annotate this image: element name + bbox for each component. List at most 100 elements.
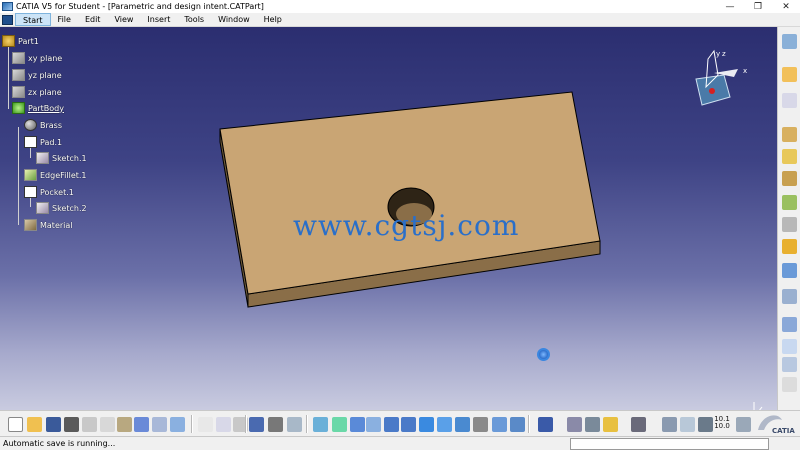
compass-label-y: y bbox=[716, 50, 720, 58]
view-mode-icon[interactable] bbox=[510, 417, 525, 432]
mass-properties-icon[interactable] bbox=[603, 417, 618, 432]
sketch-icon bbox=[36, 152, 49, 164]
3d-viewport[interactable]: Part1 xy plane yz plane zx plane PartBod… bbox=[0, 27, 777, 410]
analysis-icon[interactable] bbox=[538, 417, 553, 432]
plane-icon bbox=[12, 52, 25, 64]
menu-edit[interactable]: Edit bbox=[78, 13, 108, 26]
apply-material-icon[interactable] bbox=[268, 417, 283, 432]
status-bar: Automatic save is running... bbox=[0, 436, 800, 450]
tree-item-material[interactable]: Material bbox=[24, 218, 73, 232]
catalog-icon[interactable] bbox=[249, 417, 264, 432]
grid-readout-bottom: 10.0 bbox=[714, 422, 730, 430]
plane-icon bbox=[12, 69, 25, 81]
material-ball-icon bbox=[24, 119, 37, 131]
measure-between-icon[interactable] bbox=[567, 417, 582, 432]
command-input[interactable] bbox=[570, 438, 769, 450]
restore-button[interactable]: ❐ bbox=[744, 0, 772, 13]
menu-help[interactable]: Help bbox=[257, 13, 289, 26]
tree-item-brass[interactable]: Brass bbox=[24, 118, 62, 132]
compass-label-x: x bbox=[743, 67, 747, 75]
transform-tool-icon[interactable] bbox=[782, 263, 797, 278]
tree-item-pocket1[interactable]: Pocket.1 bbox=[24, 185, 74, 199]
zoom-in-icon[interactable] bbox=[384, 417, 399, 432]
photo-studio-icon[interactable] bbox=[631, 417, 646, 432]
tree-item-edgefillet1[interactable]: EdgeFillet.1 bbox=[24, 168, 87, 182]
shading-icon[interactable] bbox=[455, 417, 470, 432]
minimize-button[interactable]: — bbox=[716, 0, 744, 13]
paste-icon[interactable] bbox=[117, 417, 132, 432]
pocket-tool-icon[interactable] bbox=[782, 149, 797, 164]
fit-all-icon[interactable] bbox=[332, 417, 347, 432]
new-document-icon[interactable] bbox=[8, 417, 23, 432]
save-icon[interactable] bbox=[46, 417, 61, 432]
chamfer-tool-icon[interactable] bbox=[782, 217, 797, 232]
toolbar-separator bbox=[306, 415, 308, 433]
pad-icon bbox=[24, 136, 37, 148]
mirror-tool-icon[interactable] bbox=[782, 289, 797, 304]
fly-mode-icon[interactable] bbox=[313, 417, 328, 432]
normal-view-icon[interactable] bbox=[419, 417, 434, 432]
tree-item-zx-plane[interactable]: zx plane bbox=[12, 85, 62, 99]
sketch-icon bbox=[36, 202, 49, 214]
document-window-icon[interactable] bbox=[2, 14, 13, 25]
svg-text:CATIA: CATIA bbox=[772, 427, 795, 435]
help-pointer-icon[interactable] bbox=[170, 417, 185, 432]
tree-item-pad1[interactable]: Pad.1 bbox=[24, 135, 62, 149]
view-center-marker-icon bbox=[537, 348, 550, 361]
menu-view[interactable]: View bbox=[107, 13, 140, 26]
menu-insert[interactable]: Insert bbox=[140, 13, 177, 26]
shaft-tool-icon[interactable] bbox=[782, 171, 797, 186]
zoom-out-icon[interactable] bbox=[401, 417, 416, 432]
swap-space-icon[interactable] bbox=[492, 417, 507, 432]
pan-icon[interactable] bbox=[782, 34, 797, 49]
print-icon[interactable] bbox=[64, 417, 79, 432]
tree-item-sketch1[interactable]: Sketch.1 bbox=[36, 151, 87, 165]
update-icon[interactable] bbox=[287, 417, 302, 432]
scan-icon[interactable] bbox=[662, 417, 677, 432]
undo-icon[interactable] bbox=[134, 417, 149, 432]
comment-icon[interactable] bbox=[216, 417, 231, 432]
hide-show-icon[interactable] bbox=[473, 417, 488, 432]
menu-window[interactable]: Window bbox=[211, 13, 257, 26]
tree-connector bbox=[8, 45, 9, 109]
more-tools-icon[interactable] bbox=[782, 377, 797, 392]
rotate-icon[interactable] bbox=[366, 417, 381, 432]
status-text: Automatic save is running... bbox=[3, 439, 116, 448]
menu-tools[interactable]: Tools bbox=[177, 13, 211, 26]
fillet-tool-icon[interactable] bbox=[782, 195, 797, 210]
redo-icon[interactable] bbox=[152, 417, 167, 432]
iso-view-icon[interactable] bbox=[437, 417, 452, 432]
formula-icon[interactable] bbox=[198, 417, 213, 432]
fillet-icon bbox=[24, 169, 37, 181]
tree-item-sketch2[interactable]: Sketch.2 bbox=[36, 201, 87, 215]
pan-view-icon[interactable] bbox=[350, 417, 365, 432]
toolbar-separator bbox=[528, 415, 530, 433]
open-folder-icon[interactable] bbox=[27, 417, 42, 432]
menu-start[interactable]: Start bbox=[15, 13, 51, 26]
title-bar: CATIA V5 for Student - [Parametric and d… bbox=[0, 0, 800, 13]
pad-tool-icon[interactable] bbox=[782, 127, 797, 142]
pointer-icon[interactable] bbox=[782, 67, 797, 82]
hole-tool-icon[interactable] bbox=[782, 239, 797, 254]
tree-item-yz-plane[interactable]: yz plane bbox=[12, 68, 62, 82]
sketcher-icon[interactable] bbox=[782, 93, 797, 108]
menu-file[interactable]: File bbox=[51, 13, 78, 26]
globe-icon[interactable] bbox=[680, 417, 695, 432]
grid-readout: 10.1 10.0 bbox=[714, 416, 730, 430]
measure-item-icon[interactable] bbox=[585, 417, 600, 432]
axis-system-icon[interactable] bbox=[698, 417, 713, 432]
tree-item-part1[interactable]: Part1 bbox=[2, 34, 39, 48]
part-gear-icon bbox=[2, 35, 15, 47]
pattern-tool-icon[interactable] bbox=[782, 317, 797, 332]
cut-icon[interactable] bbox=[82, 417, 97, 432]
measure-tool-icon[interactable] bbox=[782, 357, 797, 372]
copy-icon[interactable] bbox=[100, 417, 115, 432]
tree-item-partbody[interactable]: PartBody bbox=[12, 101, 64, 115]
plane-icon bbox=[12, 86, 25, 98]
compass-icon[interactable]: y z x bbox=[688, 47, 748, 107]
tree-connector bbox=[18, 127, 19, 225]
tree-item-xy-plane[interactable]: xy plane bbox=[12, 51, 62, 65]
grid-pattern-icon[interactable] bbox=[782, 339, 797, 354]
close-button[interactable]: ✕ bbox=[772, 0, 800, 13]
snap-grid-icon[interactable] bbox=[736, 417, 751, 432]
